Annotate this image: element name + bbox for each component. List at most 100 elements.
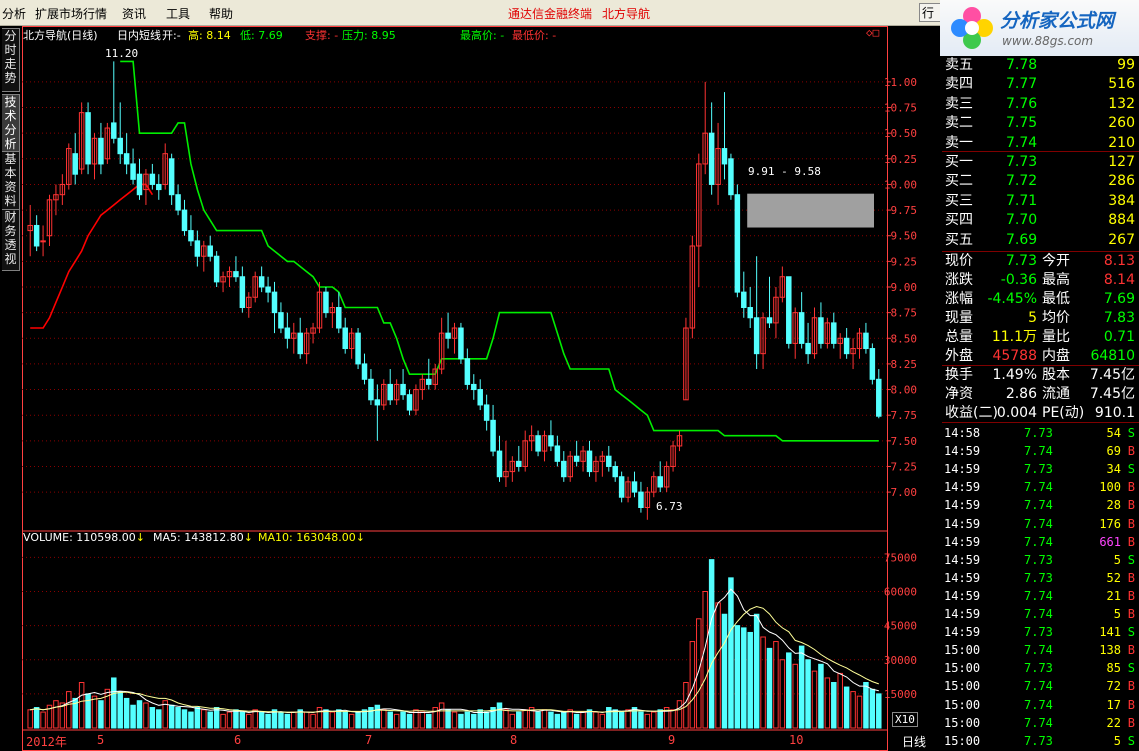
tick-price: 7.73: [1024, 552, 1053, 567]
stat-label: 涨跌: [945, 272, 973, 288]
tick-side: S: [1127, 426, 1135, 440]
order-level-price: 7.71: [1006, 192, 1038, 209]
high-label: 高: 8.14: [188, 29, 231, 42]
tab-financial[interactable]: 财务透视: [2, 209, 20, 271]
order-book-row[interactable]: 卖四 7.77 516: [942, 75, 1139, 93]
tick-time: 14:59: [944, 588, 981, 603]
price-axis-label: 8.25: [891, 358, 918, 371]
order-level-volume: 286: [1108, 173, 1135, 190]
support-label: 支撑: -: [305, 29, 339, 42]
kline-chart-svg[interactable]: 11.00 10.75 10.50 10.25 10.00 9.75 9.50 9.25 9.0…: [22, 26, 940, 751]
tick-price: 7.74: [1024, 607, 1053, 621]
flower-logo-icon: [951, 7, 993, 49]
volume-bar: [252, 709, 258, 729]
volume-bar: [831, 682, 837, 729]
volume-bar: [651, 711, 657, 729]
candle-body: [342, 327, 348, 350]
stat-value: 0.004: [996, 405, 1037, 421]
min-price-label: 最低价: -: [512, 29, 557, 42]
order-level-volume: 384: [1108, 192, 1135, 209]
menu-help[interactable]: 帮助: [209, 5, 233, 22]
candle-body: [734, 194, 741, 293]
volume-bar: [721, 613, 728, 729]
volume-bar: [496, 702, 503, 729]
tick-side: B: [1127, 480, 1135, 495]
zoom-button[interactable]: X10: [892, 712, 918, 727]
tab-technical-analysis[interactable]: 技术分析: [2, 94, 20, 158]
tick-side: B: [1127, 498, 1135, 513]
order-book-row[interactable]: 买五 7.69 267: [942, 231, 1139, 249]
order-book-row[interactable]: 卖三 7.76 132: [942, 95, 1139, 113]
order-book-row[interactable]: 买二 7.72 286: [942, 172, 1139, 190]
order-book-row[interactable]: 买三 7.71 384: [942, 192, 1139, 210]
tick-side: B: [1127, 715, 1135, 730]
tick-volume: 138: [1099, 643, 1121, 658]
order-book-row[interactable]: 卖二 7.75 260: [942, 114, 1139, 132]
volume-bar: [188, 711, 194, 729]
candle-body: [207, 245, 213, 257]
tick-row: 15:00 7.74 17 B: [942, 696, 1139, 714]
tick-volume: 5: [1113, 552, 1121, 567]
candle-body: [387, 383, 393, 401]
volume-bar: [734, 625, 741, 729]
quote-window-button[interactable]: 行: [919, 3, 941, 22]
stat-value: 910.1: [1094, 405, 1135, 421]
candle-body: [818, 317, 824, 344]
order-level-price: 7.75: [1006, 115, 1038, 132]
volume-bar: [676, 700, 683, 729]
candle-body: [496, 450, 503, 478]
candle-body: [123, 153, 130, 165]
month-label-5: 5: [97, 733, 105, 747]
volume-axis-label: 30000: [884, 654, 917, 667]
stat-row: 总量 11.1万 量比 0.71: [942, 328, 1139, 346]
tick-volume: 28: [1106, 498, 1121, 513]
tick-price: 7.74: [1024, 643, 1053, 658]
volume-bar: [644, 713, 651, 729]
tick-side: B: [1127, 570, 1135, 585]
tick-row: 14:59 7.73 5 S: [942, 551, 1139, 569]
max-price-value: -: [500, 29, 505, 42]
stock-name-link[interactable]: 北方导航: [602, 5, 650, 22]
kline-chart-area[interactable]: 11.00 10.75 10.50 10.25 10.00 9.75 9.50 9.25 9.0…: [22, 26, 940, 751]
menu-tools[interactable]: 工具: [166, 5, 190, 22]
candle-body: [657, 476, 663, 488]
tick-side: B: [1127, 643, 1135, 658]
stat-value: 2.86: [1005, 386, 1037, 402]
tick-side: B: [1127, 588, 1135, 603]
stat-label: 涨幅: [945, 291, 973, 307]
stat-value: 64810: [1090, 348, 1135, 364]
tick-row: 14:59 7.74 100 B: [942, 478, 1139, 496]
period-label[interactable]: 日线: [902, 733, 926, 750]
candle-body: [368, 378, 374, 401]
volume-bar: [618, 711, 625, 729]
volume-bar: [471, 713, 477, 729]
stat-row: 现量 5 均价 7.83: [942, 309, 1139, 327]
candle-body: [406, 394, 413, 411]
candle-body: [458, 327, 464, 360]
order-book-row[interactable]: 卖五 7.78 99: [942, 56, 1139, 74]
tab-intraday[interactable]: 分时走势: [2, 28, 20, 92]
candle-body: [876, 378, 882, 417]
stat-value: 7.45亿: [1089, 386, 1135, 402]
tick-time: 14:59: [944, 498, 981, 513]
candle-body: [258, 276, 265, 288]
volume-bar: [586, 709, 593, 729]
menu-news[interactable]: 资讯: [122, 5, 146, 22]
menu-extended-market[interactable]: 扩展市场行情: [35, 5, 107, 22]
tick-side: S: [1127, 552, 1135, 567]
volume-bar: [708, 559, 715, 729]
order-book-row[interactable]: 买一 7.73 127: [942, 153, 1139, 171]
menu-analysis[interactable]: 分析: [2, 5, 26, 22]
order-book-row[interactable]: 买四 7.70 884: [942, 211, 1139, 229]
ma10-label: MA10: [258, 531, 290, 544]
tick-time: 14:58: [944, 426, 981, 440]
candle-body: [786, 276, 792, 344]
stat-value: 5: [1028, 310, 1037, 326]
tick-row: 14:59 7.74 5 B: [942, 605, 1139, 623]
volume-bar: [258, 711, 265, 729]
order-book-row[interactable]: 卖一 7.74 210: [942, 134, 1139, 152]
terminal-title-link[interactable]: 通达信金融终端: [508, 5, 592, 22]
diamond-icon[interactable]: ◇□: [866, 26, 879, 39]
tab-fundamentals[interactable]: 基本资料: [2, 151, 20, 211]
volume-bar: [818, 663, 824, 729]
